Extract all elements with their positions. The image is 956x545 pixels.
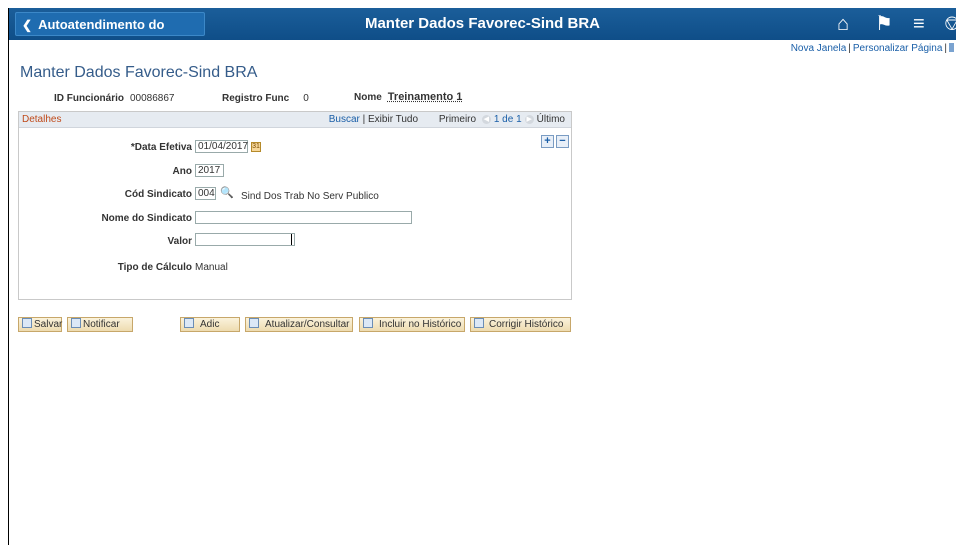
text-cursor — [291, 234, 292, 245]
separator: | — [848, 43, 851, 54]
effective-date-label: *Data Efetiva — [130, 142, 192, 153]
details-header: Detalhes Buscar | Exibir Tudo Primeiro ◀… — [19, 112, 571, 128]
next-icon[interactable]: ▶ — [524, 114, 534, 124]
value-label: Valor — [167, 236, 192, 247]
employee-record-value: 0 — [303, 93, 309, 104]
union-code-input[interactable]: 004 — [195, 187, 216, 200]
notify-button-label: Notificar — [83, 319, 120, 330]
correct-history-icon — [474, 318, 484, 328]
add-button-label: Adic — [200, 319, 220, 330]
include-history-button[interactable]: Incluir no Histórico — [359, 317, 465, 332]
calendar-icon[interactable]: 31 — [251, 142, 261, 152]
notify-button[interactable]: Notificar — [67, 317, 133, 332]
details-nav: Buscar | Exibir Tudo Primeiro ◀ 1 de 1 ▶ Úl… — [328, 114, 565, 125]
add-icon — [184, 318, 194, 328]
union-name-label: Nome do Sindicato — [101, 213, 192, 224]
effective-date-input[interactable]: 01/04/2017 — [195, 140, 248, 153]
correct-history-button[interactable]: Corrigir Histórico — [470, 317, 571, 332]
employee-record-label: Registro Func — [222, 93, 290, 104]
flag-icon[interactable]: ⚑ — [875, 12, 893, 36]
notify-icon — [71, 318, 81, 328]
year-label: Ano — [172, 166, 192, 177]
calc-type-label: Tipo de Cálculo — [117, 262, 192, 273]
add-row-icon[interactable]: + — [541, 135, 554, 148]
previous-icon[interactable]: ◀ — [481, 114, 491, 124]
employee-name: Nome Treinamento 1 — [354, 91, 462, 103]
employee-id-value: 00086867 — [130, 93, 175, 104]
update-display-button[interactable]: Atualizar/Consultar — [245, 317, 353, 332]
correct-history-button-label: Corrigir Histórico — [489, 319, 564, 330]
show-all-link[interactable]: Exibir Tudo — [368, 114, 418, 125]
union-name-input[interactable] — [195, 211, 412, 224]
page-info: 1 de 1 — [493, 114, 522, 125]
employee-name-value: Treinamento 1 — [387, 91, 463, 103]
search-icon[interactable]: 🔍 — [220, 186, 234, 199]
first-label: Primeiro — [438, 114, 477, 125]
search-link[interactable]: Buscar — [329, 114, 360, 125]
details-title: Detalhes — [22, 114, 62, 125]
home-icon[interactable]: ⌂ — [837, 12, 849, 36]
save-icon — [22, 318, 32, 328]
personalize-page-link[interactable]: Personalizar Página — [853, 43, 943, 54]
value-input[interactable] — [195, 233, 295, 246]
help-icon[interactable] — [949, 43, 954, 52]
save-button[interactable]: Salvar — [18, 317, 62, 332]
calc-type-value: Manual — [195, 262, 228, 273]
navbar-compass-icon[interactable]: ⎊ — [944, 12, 956, 36]
last-label: Último — [536, 114, 565, 125]
menu-icon[interactable]: ≡ — [913, 12, 925, 36]
delete-row-icon[interactable]: − — [556, 135, 569, 148]
update-button-label: Atualizar/Consultar — [265, 319, 350, 330]
employee-id-label: ID Funcionário — [54, 93, 124, 104]
employee-name-label: Nome — [354, 92, 382, 103]
new-window-link[interactable]: Nova Janela — [791, 43, 847, 54]
employee-record: Registro Func 0 — [222, 93, 309, 104]
update-icon — [249, 318, 259, 328]
back-button[interactable]: ❮ Autoatendimento do Gerente — [15, 12, 205, 56]
top-links: Nova Janela | Personalizar Página | — [791, 43, 954, 54]
page-title: Manter Dados Favorec-Sind BRA — [20, 64, 258, 81]
separator: | — [944, 43, 947, 54]
save-button-label: Salvar — [34, 319, 63, 330]
add-button[interactable]: Adic — [180, 317, 240, 332]
include-history-button-label: Incluir no Histórico — [379, 319, 462, 330]
union-code-label: Cód Sindicato — [124, 189, 192, 200]
employee-id: ID Funcionário 00086867 — [54, 93, 175, 104]
include-history-icon — [363, 318, 373, 328]
union-description: Sind Dos Trab No Serv Publico — [241, 191, 379, 202]
year-input[interactable]: 2017 — [195, 164, 224, 177]
top-bar: ❮ Autoatendimento do Gerente Manter Dados… — [9, 8, 956, 56]
chevron-left-icon: ❮ — [22, 18, 33, 32]
